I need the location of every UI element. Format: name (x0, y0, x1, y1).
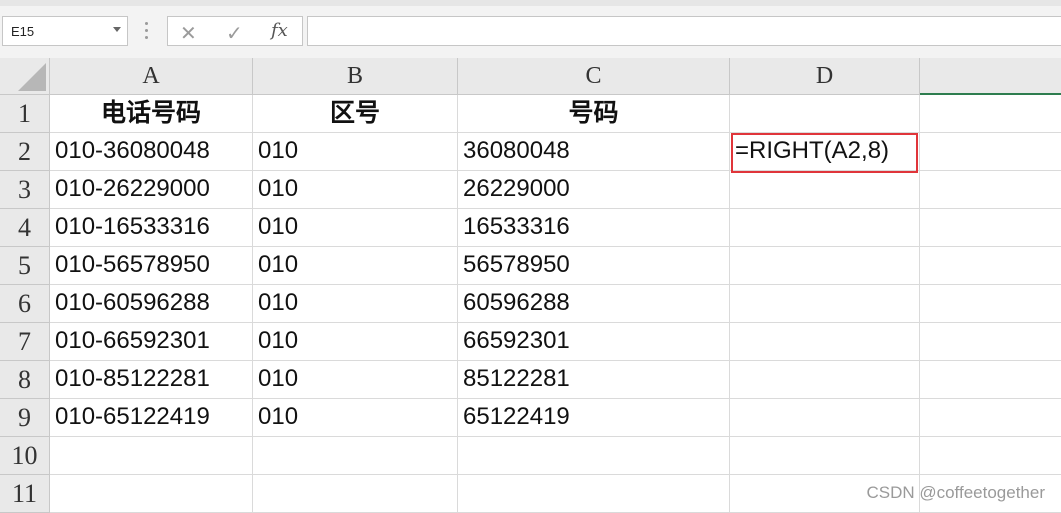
column-header-c[interactable]: C (458, 58, 730, 95)
insert-function-icon[interactable]: fx (271, 20, 288, 41)
cell[interactable] (920, 285, 1061, 323)
row-header-6[interactable]: 6 (0, 285, 50, 323)
cell-b2[interactable]: 010 (253, 133, 458, 171)
cell-c3[interactable]: 26229000 (458, 171, 730, 209)
cell-a5[interactable]: 010-56578950 (50, 247, 253, 285)
cell-d8[interactable] (730, 361, 920, 399)
name-box[interactable]: E15 (2, 16, 128, 46)
row-header-2[interactable]: 2 (0, 133, 50, 171)
cell-c8[interactable]: 85122281 (458, 361, 730, 399)
row-header-4[interactable]: 4 (0, 209, 50, 247)
formula-bar: E15 ✕ ✓ fx (0, 6, 1061, 58)
row-header-9[interactable]: 9 (0, 399, 50, 437)
select-all-corner[interactable] (0, 58, 50, 95)
cell[interactable] (920, 95, 1061, 133)
cell-d6[interactable] (730, 285, 920, 323)
cell[interactable] (50, 437, 253, 475)
formula-input[interactable] (307, 16, 1061, 46)
cell-d2[interactable]: =RIGHT(A2,8) (730, 133, 920, 171)
cell[interactable] (458, 475, 730, 513)
cell[interactable] (920, 323, 1061, 361)
drag-handle-icon[interactable] (145, 22, 149, 42)
row-header-10[interactable]: 10 (0, 437, 50, 475)
column-header-a[interactable]: A (50, 58, 253, 95)
row-header-7[interactable]: 7 (0, 323, 50, 361)
cell[interactable] (253, 475, 458, 513)
cell-a8[interactable]: 010-85122281 (50, 361, 253, 399)
cell-c4[interactable]: 16533316 (458, 209, 730, 247)
cell-b8[interactable]: 010 (253, 361, 458, 399)
cell-a9[interactable]: 010-65122419 (50, 399, 253, 437)
cell[interactable] (920, 361, 1061, 399)
cell-d3[interactable] (730, 171, 920, 209)
cell-c9[interactable]: 65122419 (458, 399, 730, 437)
cell-a3[interactable]: 010-26229000 (50, 171, 253, 209)
cell-b7[interactable]: 010 (253, 323, 458, 361)
cell-c7[interactable]: 66592301 (458, 323, 730, 361)
cell[interactable] (920, 437, 1061, 475)
enter-icon[interactable]: ✓ (226, 21, 243, 46)
row-header-5[interactable]: 5 (0, 247, 50, 285)
cell-a2[interactable]: 010-36080048 (50, 133, 253, 171)
cell[interactable] (920, 247, 1061, 285)
cell-b4[interactable]: 010 (253, 209, 458, 247)
cancel-icon[interactable]: ✕ (180, 21, 197, 46)
cell[interactable] (920, 399, 1061, 437)
row-header-11[interactable]: 11 (0, 475, 50, 513)
cell-b5[interactable]: 010 (253, 247, 458, 285)
cell-a7[interactable]: 010-66592301 (50, 323, 253, 361)
cell-c5[interactable]: 56578950 (458, 247, 730, 285)
watermark: CSDN @coffeetogether (866, 483, 1045, 502)
row-header-1[interactable]: 1 (0, 95, 50, 133)
cell[interactable] (920, 133, 1061, 171)
row-header-8[interactable]: 8 (0, 361, 50, 399)
cell-b9[interactable]: 010 (253, 399, 458, 437)
header-cell-c[interactable]: 号码 (458, 95, 730, 133)
cell-d4[interactable] (730, 209, 920, 247)
cell[interactable] (920, 209, 1061, 247)
cell-b3[interactable]: 010 (253, 171, 458, 209)
cell-c2[interactable]: 36080048 (458, 133, 730, 171)
chevron-down-icon[interactable] (113, 27, 121, 32)
cell[interactable] (730, 437, 920, 475)
header-cell-a[interactable]: 电话号码 (50, 95, 253, 133)
cell-d9[interactable] (730, 399, 920, 437)
cell[interactable] (730, 95, 920, 133)
formula-buttons: ✕ ✓ fx (167, 16, 303, 46)
cell-d5[interactable] (730, 247, 920, 285)
cell-d7[interactable] (730, 323, 920, 361)
cell-c6[interactable]: 60596288 (458, 285, 730, 323)
select-all-icon (18, 63, 46, 91)
name-box-value: E15 (11, 24, 35, 39)
cell-b6[interactable]: 010 (253, 285, 458, 323)
cell-a4[interactable]: 010-16533316 (50, 209, 253, 247)
cell[interactable] (920, 171, 1061, 209)
row-header-3[interactable]: 3 (0, 171, 50, 209)
cell[interactable] (253, 437, 458, 475)
column-header-b[interactable]: B (253, 58, 458, 95)
cell[interactable] (458, 437, 730, 475)
header-cell-b[interactable]: 区号 (253, 95, 458, 133)
cell[interactable] (50, 475, 253, 513)
column-header-d[interactable]: D (730, 58, 920, 95)
column-header-blank[interactable] (920, 58, 1061, 95)
cell-a6[interactable]: 010-60596288 (50, 285, 253, 323)
